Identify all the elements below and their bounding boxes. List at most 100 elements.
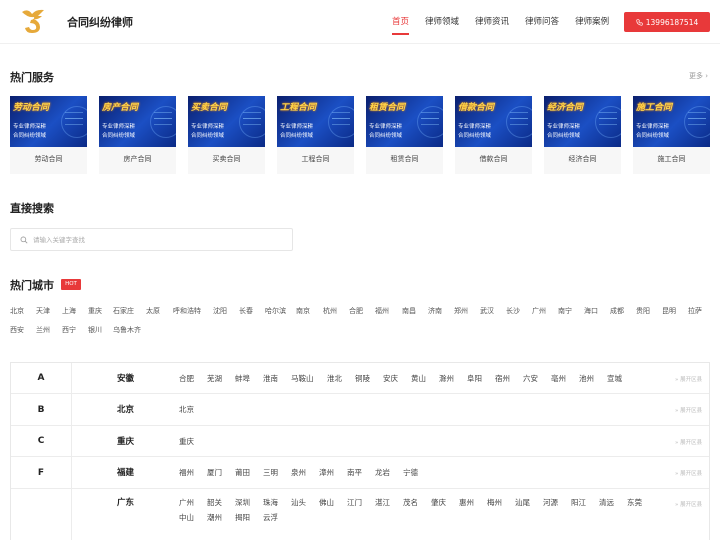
city-link[interactable]: 长沙 — [506, 306, 520, 316]
city-link[interactable]: 北京 — [10, 306, 24, 316]
expand-districts-link[interactable]: » 展开区县 — [675, 375, 702, 383]
province-city-link[interactable]: 合肥 — [179, 373, 194, 384]
logo-icon[interactable] — [18, 6, 50, 36]
city-link[interactable]: 合肥 — [349, 306, 363, 316]
city-link[interactable]: 重庆 — [88, 306, 102, 316]
province-city-link[interactable]: 江门 — [347, 497, 362, 508]
service-card[interactable]: 租赁合同 专业律师深耕 合同纠纷领域 租赁合同 — [366, 96, 443, 174]
city-link[interactable]: 乌鲁木齐 — [113, 325, 141, 335]
service-card[interactable]: 经济合同 专业律师深耕 合同纠纷领域 经济合同 — [544, 96, 621, 174]
city-link[interactable]: 西安 — [10, 325, 24, 335]
nav-lawyer-news[interactable]: 律师资讯 — [475, 0, 509, 44]
province-city-link[interactable]: 六安 — [523, 373, 538, 384]
service-card[interactable]: 工程合同 专业律师深耕 合同纠纷领域 工程合同 — [277, 96, 354, 174]
city-link[interactable]: 海口 — [584, 306, 598, 316]
province-city-link[interactable]: 亳州 — [551, 373, 566, 384]
province-city-link[interactable]: 中山 — [179, 512, 194, 523]
expand-districts-link[interactable]: » 展开区县 — [675, 438, 702, 446]
province-city-link[interactable]: 湛江 — [375, 497, 390, 508]
search-input[interactable] — [33, 232, 288, 248]
city-link[interactable]: 长春 — [239, 306, 253, 316]
expand-districts-link[interactable]: » 展开区县 — [675, 406, 702, 414]
province-city-link[interactable]: 梅州 — [487, 497, 502, 508]
province-city-link[interactable]: 厦门 — [207, 467, 222, 478]
city-link[interactable]: 武汉 — [480, 306, 494, 316]
city-link[interactable]: 西宁 — [62, 325, 76, 335]
province-city-link[interactable]: 铜陵 — [355, 373, 370, 384]
service-card[interactable]: 借款合同 专业律师深耕 合同纠纷领域 借款合同 — [455, 96, 532, 174]
province-city-link[interactable]: 芜湖 — [207, 373, 222, 384]
province-city-link[interactable]: 漳州 — [319, 467, 334, 478]
province-city-link[interactable]: 宣城 — [607, 373, 622, 384]
expand-districts-link[interactable]: » 展开区县 — [675, 469, 702, 477]
province-city-link[interactable]: 肇庆 — [431, 497, 446, 508]
more-link[interactable]: 更多 › — [689, 71, 708, 81]
brand-name[interactable]: 合同纠纷律师 — [67, 14, 133, 30]
city-link[interactable]: 哈尔滨 — [265, 306, 286, 316]
city-link[interactable]: 郑州 — [454, 306, 468, 316]
province-city-link[interactable]: 汕头 — [291, 497, 306, 508]
city-link[interactable]: 南宁 — [558, 306, 572, 316]
province-city-link[interactable]: 莆田 — [235, 467, 250, 478]
service-card[interactable]: 买卖合同 专业律师深耕 合同纠纷领域 买卖合同 — [188, 96, 265, 174]
city-link[interactable]: 福州 — [375, 306, 389, 316]
province-city-link[interactable]: 淮北 — [327, 373, 342, 384]
phone-button[interactable]: 13996187514 — [624, 12, 710, 32]
province-city-link[interactable]: 宿州 — [495, 373, 510, 384]
province-city-link[interactable]: 惠州 — [459, 497, 474, 508]
city-link[interactable]: 南京 — [296, 306, 310, 316]
city-link[interactable]: 济南 — [428, 306, 442, 316]
city-link[interactable]: 天津 — [36, 306, 50, 316]
province-city-link[interactable]: 黄山 — [411, 373, 426, 384]
province-city-link[interactable]: 宁德 — [403, 467, 418, 478]
city-link[interactable]: 南昌 — [402, 306, 416, 316]
province-city-link[interactable]: 潮州 — [207, 512, 222, 523]
province-city-link[interactable]: 蚌埠 — [235, 373, 250, 384]
province-city-link[interactable]: 河源 — [543, 497, 558, 508]
province-city-link[interactable]: 北京 — [179, 404, 194, 415]
province-city-link[interactable]: 南平 — [347, 467, 362, 478]
nav-home[interactable]: 首页 — [392, 0, 410, 44]
province-city-link[interactable]: 池州 — [579, 373, 594, 384]
expand-districts-link[interactable]: » 展开区县 — [675, 500, 702, 508]
service-card[interactable]: 劳动合同 专业律师深耕 合同纠纷领域 劳动合同 — [10, 96, 87, 174]
province-city-link[interactable]: 广州 — [179, 497, 194, 508]
province-city-link[interactable]: 云浮 — [263, 512, 278, 523]
city-link[interactable]: 上海 — [62, 306, 76, 316]
nav-lawyer-fields[interactable]: 律师领域 — [425, 0, 459, 44]
province-city-link[interactable]: 东莞 — [627, 497, 642, 508]
city-link[interactable]: 太原 — [146, 306, 160, 316]
city-link[interactable]: 石家庄 — [113, 306, 134, 316]
search-box[interactable] — [10, 228, 293, 251]
province-city-link[interactable]: 阳江 — [571, 497, 586, 508]
province-city-link[interactable]: 重庆 — [179, 436, 194, 447]
province-city-link[interactable]: 汕尾 — [515, 497, 530, 508]
province-city-link[interactable]: 阜阳 — [467, 373, 482, 384]
province-city-link[interactable]: 龙岩 — [375, 467, 390, 478]
city-link[interactable]: 兰州 — [36, 325, 50, 335]
province-city-link[interactable]: 深圳 — [235, 497, 250, 508]
nav-lawyer-cases[interactable]: 律师案例 — [575, 0, 609, 44]
province-city-link[interactable]: 清远 — [599, 497, 614, 508]
province-city-link[interactable]: 安庆 — [383, 373, 398, 384]
province-city-link[interactable]: 揭阳 — [235, 512, 250, 523]
city-link[interactable]: 沈阳 — [213, 306, 227, 316]
province-city-link[interactable]: 马鞍山 — [291, 373, 314, 384]
province-city-link[interactable]: 佛山 — [319, 497, 334, 508]
city-link[interactable]: 昆明 — [662, 306, 676, 316]
province-city-link[interactable]: 珠海 — [263, 497, 278, 508]
province-city-link[interactable]: 茂名 — [403, 497, 418, 508]
city-link[interactable]: 成都 — [610, 306, 624, 316]
city-link[interactable]: 呼和浩特 — [173, 306, 201, 316]
province-city-link[interactable]: 三明 — [263, 467, 278, 478]
service-card[interactable]: 施工合同 专业律师深耕 合同纠纷领域 施工合同 — [633, 96, 710, 174]
province-city-link[interactable]: 泉州 — [291, 467, 306, 478]
province-city-link[interactable]: 福州 — [179, 467, 194, 478]
city-link[interactable]: 银川 — [88, 325, 102, 335]
city-link[interactable]: 贵阳 — [636, 306, 650, 316]
province-city-link[interactable]: 滁州 — [439, 373, 454, 384]
city-link[interactable]: 广州 — [532, 306, 546, 316]
nav-lawyer-qa[interactable]: 律师问答 — [525, 0, 559, 44]
province-city-link[interactable]: 韶关 — [207, 497, 222, 508]
city-link[interactable]: 拉萨 — [688, 306, 702, 316]
